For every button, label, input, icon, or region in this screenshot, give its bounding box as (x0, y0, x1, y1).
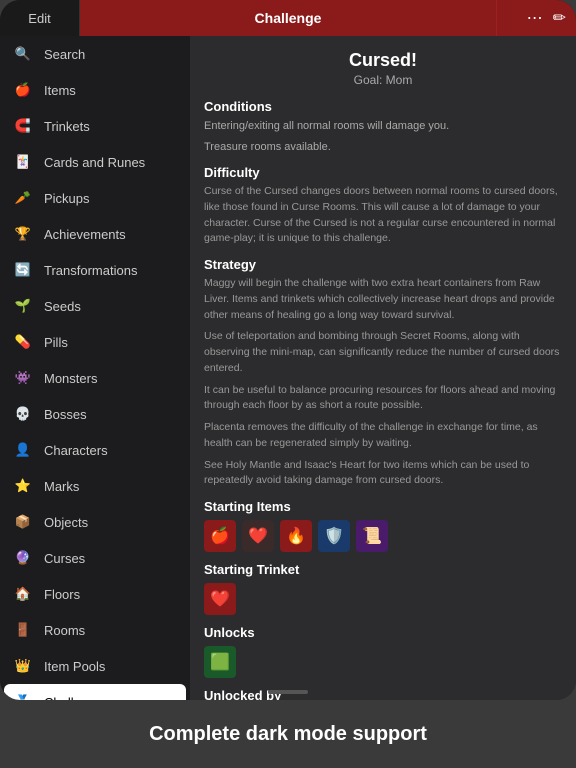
sidebar-item-floors[interactable]: 🏠 Floors (0, 576, 190, 612)
items-icon: 🍎 (12, 79, 34, 101)
sidebar-item-items[interactable]: 🍎 Items (0, 72, 190, 108)
edit-icon[interactable]: ✏ (553, 8, 566, 28)
more-icon[interactable]: ⋯ (527, 8, 543, 28)
cards-runes-icon: 🃏 (12, 151, 34, 173)
starting-trinket-label: Starting Trinket (204, 562, 562, 577)
starting-item-5[interactable]: 📜 (356, 520, 388, 552)
sidebar-item-curses[interactable]: 🔮 Curses (0, 540, 190, 576)
sidebar-item-search[interactable]: 🔍 Search (0, 36, 190, 72)
strategy-p1: Maggy will begin the challenge with two … (204, 276, 562, 323)
strategy-p2: Use of teleportation and bombing through… (204, 329, 562, 376)
item-pools-icon: 👑 (12, 655, 34, 677)
strategy-p4: Placenta removes the difficulty of the c… (204, 420, 562, 452)
sidebar-item-pills[interactable]: 💊 Pills (0, 324, 190, 360)
sidebar-item-pickups[interactable]: 🥕 Pickups (0, 180, 190, 216)
seeds-icon: 🌱 (12, 295, 34, 317)
bottom-caption-text: Complete dark mode support (149, 723, 427, 746)
challenge-title: Cursed! (204, 50, 562, 71)
challenges-icon: 🏅 (12, 691, 34, 700)
conditions-text: Entering/exiting all normal rooms will d… (204, 118, 562, 135)
sidebar-item-seeds[interactable]: 🌱 Seeds (0, 288, 190, 324)
sidebar-item-achievements[interactable]: 🏆 Achievements (0, 216, 190, 252)
sidebar-item-objects[interactable]: 📦 Objects (0, 504, 190, 540)
characters-icon: 👤 (12, 439, 34, 461)
sidebar-item-challenges[interactable]: 🏅 Challenges (4, 684, 186, 700)
starting-item-1[interactable]: 🍎 (204, 520, 236, 552)
objects-icon: 📦 (12, 511, 34, 533)
sidebar-item-trinkets[interactable]: 🧲 Trinkets (0, 108, 190, 144)
pickups-icon: 🥕 (12, 187, 34, 209)
starting-item-2[interactable]: ❤️ (242, 520, 274, 552)
content-area: Cursed! Goal: Mom Conditions Entering/ex… (190, 36, 576, 700)
sidebar-item-cards-runes[interactable]: 🃏 Cards and Runes (0, 144, 190, 180)
top-bar-actions: ⋯ ✏ (496, 0, 576, 36)
treasure-text: Treasure rooms available. (204, 139, 562, 156)
conditions-label: Conditions (204, 99, 562, 114)
starting-items-label: Starting Items (204, 499, 562, 514)
search-icon: 🔍 (12, 43, 34, 65)
unlocks-row: 🟩 (204, 646, 562, 678)
transformations-icon: 🔄 (12, 259, 34, 281)
sidebar-item-rooms[interactable]: 🚪 Rooms (0, 612, 190, 648)
sidebar-item-monsters[interactable]: 👾 Monsters (0, 360, 190, 396)
achievements-icon: 🏆 (12, 223, 34, 245)
unlocked-by-label: Unlocked by (204, 688, 562, 700)
sidebar-item-characters[interactable]: 👤 Characters (0, 432, 190, 468)
unlocks-label: Unlocks (204, 625, 562, 640)
difficulty-label: Difficulty (204, 165, 562, 180)
rooms-icon: 🚪 (12, 619, 34, 641)
bottom-caption: Complete dark mode support (149, 700, 427, 768)
top-bar: Edit Challenge ⋯ ✏ (0, 0, 576, 36)
home-indicator (268, 690, 308, 694)
top-bar-title: Challenge (80, 0, 496, 36)
starting-trinket-1[interactable]: ❤️ (204, 583, 236, 615)
starting-item-4[interactable]: 🛡️ (318, 520, 350, 552)
sidebar-item-transformations[interactable]: 🔄 Transformations (0, 252, 190, 288)
device-frame: Edit Challenge ⋯ ✏ 🔍 Search 🍎 Items 🧲 Tr… (0, 0, 576, 700)
edit-button[interactable]: Edit (0, 0, 80, 36)
unlock-item-1[interactable]: 🟩 (204, 646, 236, 678)
difficulty-text: Curse of the Cursed changes doors betwee… (204, 184, 562, 247)
starting-item-3[interactable]: 🔥 (280, 520, 312, 552)
strategy-p5: See Holy Mantle and Isaac's Heart for tw… (204, 458, 562, 490)
monsters-icon: 👾 (12, 367, 34, 389)
floors-icon: 🏠 (12, 583, 34, 605)
challenge-goal: Goal: Mom (204, 73, 562, 87)
sidebar-item-item-pools[interactable]: 👑 Item Pools (0, 648, 190, 684)
strategy-p3: It can be useful to balance procuring re… (204, 383, 562, 415)
starting-items-row: 🍎 ❤️ 🔥 🛡️ 📜 (204, 520, 562, 552)
marks-icon: ⭐ (12, 475, 34, 497)
main-layout: 🔍 Search 🍎 Items 🧲 Trinkets 🃏 Cards and … (0, 36, 576, 700)
pills-icon: 💊 (12, 331, 34, 353)
sidebar-item-bosses[interactable]: 💀 Bosses (0, 396, 190, 432)
strategy-label: Strategy (204, 257, 562, 272)
sidebar: 🔍 Search 🍎 Items 🧲 Trinkets 🃏 Cards and … (0, 36, 190, 700)
trinkets-icon: 🧲 (12, 115, 34, 137)
curses-icon: 🔮 (12, 547, 34, 569)
starting-trinket-row: ❤️ (204, 583, 562, 615)
sidebar-item-marks[interactable]: ⭐ Marks (0, 468, 190, 504)
bosses-icon: 💀 (12, 403, 34, 425)
